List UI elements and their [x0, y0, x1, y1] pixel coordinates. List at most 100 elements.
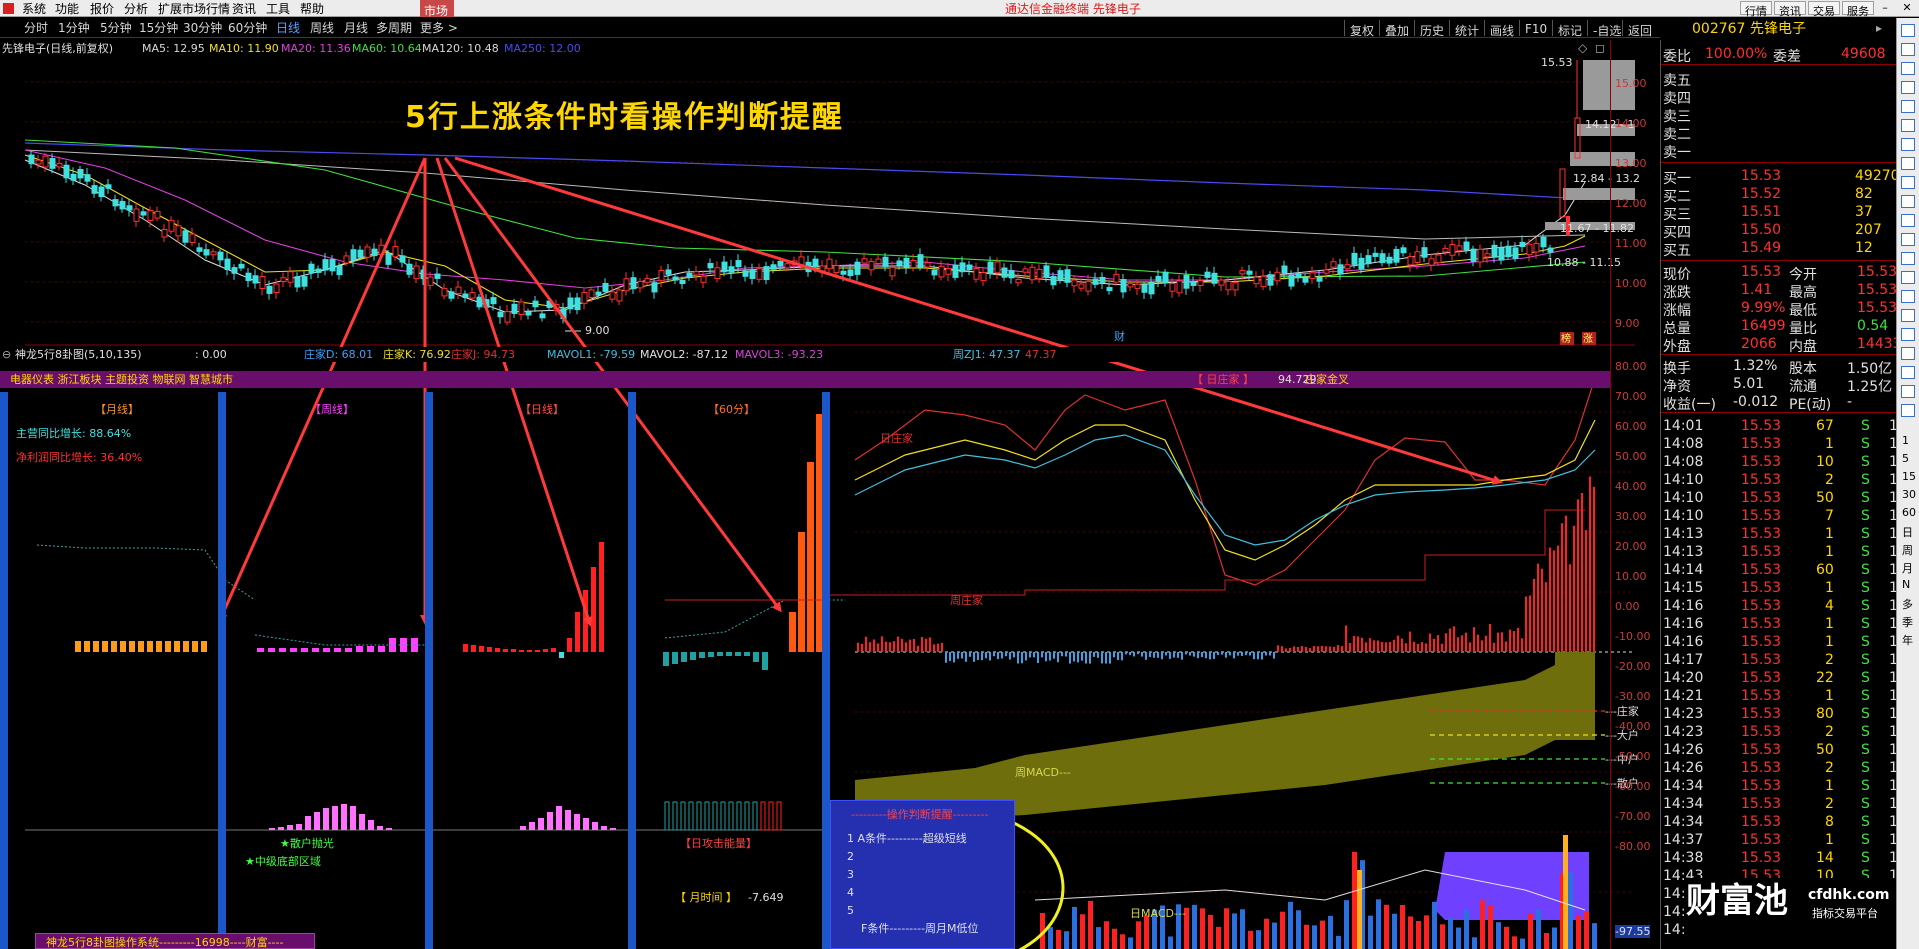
sidebar-tool-icon[interactable]: [1901, 309, 1915, 322]
period-15min[interactable]: 15分钟: [139, 22, 178, 34]
sidebar-period-11[interactable]: 年: [1902, 632, 1913, 648]
market-button[interactable]: 市场: [420, 0, 454, 18]
price-tick: 11.00: [1615, 237, 1647, 250]
tool-draw[interactable]: 画线: [1484, 20, 1519, 38]
period-1min[interactable]: 1分钟: [58, 22, 90, 34]
sidebar-tool-icon[interactable]: [1901, 157, 1915, 170]
period-monthly[interactable]: 月线: [344, 22, 368, 34]
candle-up: [469, 292, 476, 299]
tool-overlay[interactable]: 叠加: [1379, 20, 1414, 38]
macd-bar: [1461, 635, 1463, 652]
sell-label: 卖一: [1663, 145, 1691, 161]
macd-bar: [933, 644, 935, 652]
candle-up: [1477, 248, 1484, 263]
indicator-collapse-icon[interactable]: ⊖: [2, 349, 11, 360]
menu-item-tools[interactable]: 工具: [266, 3, 290, 15]
month-bar: [111, 641, 117, 652]
minimize-icon[interactable]: –: [1874, 1, 1896, 15]
period-weekly[interactable]: 周线: [310, 22, 334, 34]
tick-volume: 1: [1825, 832, 1834, 848]
period-fenshi[interactable]: 分时: [24, 22, 48, 34]
sidebar-tool-icon[interactable]: [1901, 252, 1915, 265]
candle-up: [1484, 253, 1491, 258]
sidebar-tool-icon[interactable]: [1901, 81, 1915, 94]
macd-bar: [889, 642, 891, 652]
sidebar-period-5[interactable]: 日: [1902, 524, 1913, 540]
ma60-line: [24, 139, 1586, 278]
tool-watchlist[interactable]: -自选: [1587, 20, 1626, 38]
finance-marker-icon[interactable]: 财: [1114, 329, 1125, 343]
top-btn-trade[interactable]: 交易: [1808, 1, 1840, 18]
sidebar-period-1[interactable]: 5: [1902, 452, 1909, 465]
period-60min[interactable]: 60分钟: [228, 22, 267, 34]
sidebar-tool-icon[interactable]: [1901, 385, 1915, 398]
chart-collapse-icon[interactable]: ◻: [1595, 42, 1605, 54]
stat-value: 15.53: [1857, 282, 1898, 298]
period-more[interactable]: 更多 >: [420, 22, 458, 34]
close-icon[interactable]: ✕: [1896, 1, 1918, 15]
annotation-title: 5行上涨条件时看操作判断提醒: [405, 100, 844, 135]
sidebar-period-0[interactable]: 1: [1902, 434, 1909, 447]
menu-item-quote[interactable]: 报价: [90, 3, 114, 15]
sidebar-tool-icon[interactable]: [1901, 290, 1915, 303]
stock-nav-icon[interactable]: ▸: [1876, 22, 1882, 34]
sidebar-tool-icon[interactable]: [1901, 195, 1915, 208]
sidebar-tool-icon[interactable]: [1901, 24, 1915, 37]
top-btn-service[interactable]: 服务: [1842, 1, 1874, 18]
tool-back[interactable]: 返回: [1622, 20, 1657, 38]
sidebar-tool-icon[interactable]: [1901, 43, 1915, 56]
candle-up: [1274, 271, 1281, 282]
sidebar-tool-icon[interactable]: [1901, 271, 1915, 284]
sidebar-tool-icon[interactable]: [1901, 328, 1915, 341]
sidebar-tool-icon[interactable]: [1901, 62, 1915, 75]
quote-panel: 委比 100.00% 委差 49608 卖五 卖四 卖三 卖二 卖一 买一 15.53 49…: [1660, 40, 1902, 949]
period-daily[interactable]: 日线: [276, 22, 300, 34]
menu-item-help[interactable]: 帮助: [300, 3, 324, 15]
menu-item-news[interactable]: 资讯: [232, 3, 256, 15]
sidebar-period-8[interactable]: N: [1902, 578, 1910, 591]
volume-bar: [1256, 930, 1261, 949]
sidebar-tool-icon[interactable]: [1901, 214, 1915, 227]
tool-stats[interactable]: 统计: [1449, 20, 1484, 38]
sidebar-tool-icon[interactable]: [1901, 233, 1915, 246]
tool-f10[interactable]: F10: [1519, 20, 1552, 36]
menu-item-analysis[interactable]: 分析: [124, 3, 148, 15]
sidebar-period-6[interactable]: 周: [1902, 542, 1913, 558]
period-5min[interactable]: 5分钟: [100, 22, 132, 34]
tool-fuquan[interactable]: 复权: [1344, 20, 1379, 38]
macd-bar: [1421, 642, 1423, 652]
sidebar-period-2[interactable]: 15: [1902, 470, 1916, 483]
sidebar-tool-icon[interactable]: [1901, 366, 1915, 379]
tick-side: S: [1861, 850, 1870, 866]
menu-item-function[interactable]: 功能: [55, 3, 79, 15]
sidebar-tool-icon[interactable]: [1901, 404, 1915, 417]
tool-mark[interactable]: 标记: [1552, 20, 1587, 38]
sidebar-period-9[interactable]: 多: [1902, 596, 1913, 612]
candle-down: [721, 261, 728, 273]
op-row-5: 5: [847, 904, 854, 917]
period-30min[interactable]: 30分钟: [183, 22, 222, 34]
sidebar-tool-icon[interactable]: [1901, 138, 1915, 151]
month-bar: [84, 641, 90, 652]
top-btn-news[interactable]: 资讯: [1774, 1, 1806, 18]
min60-bar: [708, 652, 714, 657]
sidebar-period-10[interactable]: 季: [1902, 614, 1913, 630]
tool-history[interactable]: 历史: [1414, 20, 1449, 38]
sidebar-tool-icon[interactable]: [1901, 347, 1915, 360]
indicator-tick: 10.00: [1615, 570, 1647, 583]
period-multi[interactable]: 多周期: [376, 22, 412, 34]
quote-row: 14:26 15.53 2 S 1: [1661, 758, 1898, 776]
sidebar-tool-icon[interactable]: [1901, 119, 1915, 132]
menu-item-extended-market[interactable]: 扩展市场行情: [158, 3, 230, 15]
macd-bar: [1521, 638, 1523, 652]
sidebar-period-4[interactable]: 60: [1902, 506, 1916, 519]
indicator-tick: 30.00: [1615, 510, 1647, 523]
top-btn-market[interactable]: 行情: [1740, 1, 1772, 18]
menu-item-system[interactable]: 系统: [22, 3, 46, 15]
sidebar-tool-icon[interactable]: [1901, 100, 1915, 113]
sidebar-tool-icon[interactable]: [1901, 176, 1915, 189]
sidebar-period-3[interactable]: 30: [1902, 488, 1916, 501]
chart-settings-icon[interactable]: ◇: [1578, 42, 1587, 54]
tick-volume: 1: [1825, 616, 1834, 632]
sidebar-period-7[interactable]: 月: [1902, 560, 1913, 576]
